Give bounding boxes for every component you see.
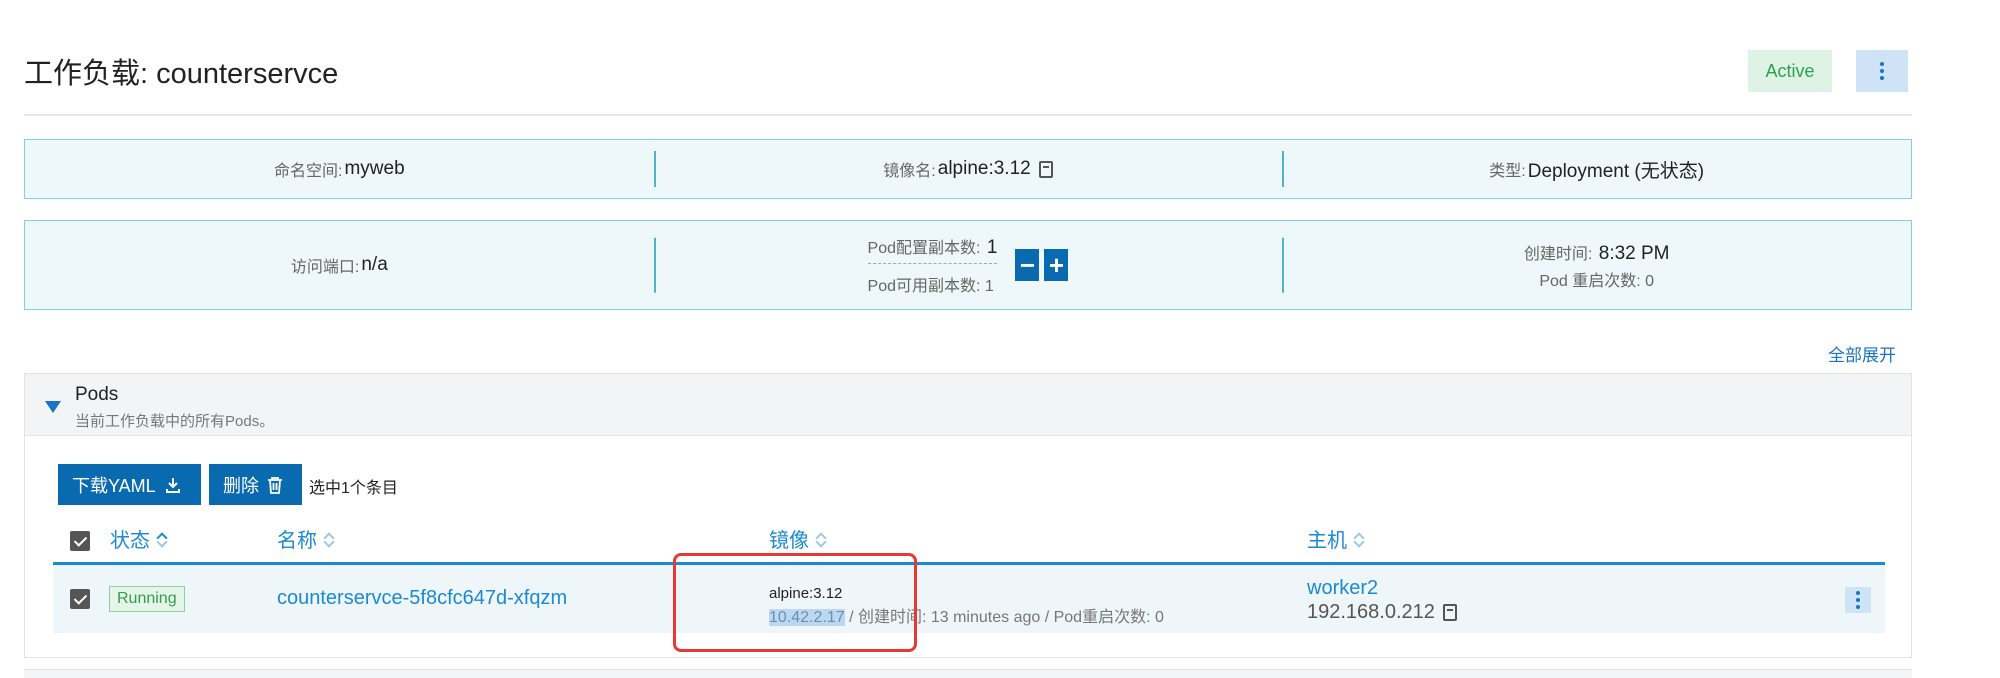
annotation-highlight: [673, 553, 917, 652]
port-label: 访问端口:: [290, 259, 360, 276]
column-host-label: 主机: [1307, 530, 1347, 552]
trash-icon: [268, 476, 282, 494]
host-name-link[interactable]: worker2: [1307, 577, 1378, 600]
minus-icon: −: [1019, 250, 1036, 280]
restarts-value: 0: [1645, 272, 1655, 290]
more-vertical-icon: [1880, 62, 1884, 80]
plus-icon: +: [1048, 250, 1065, 280]
column-header-host[interactable]: 主机: [1307, 524, 1365, 553]
host-ip: 192.168.0.212: [1307, 601, 1457, 624]
replica-config-value: 1: [986, 237, 998, 258]
pods-section-header[interactable]: Pods 当前工作负载中的所有Pods。: [25, 374, 1911, 436]
image-label: 镜像名:: [883, 163, 936, 180]
sort-icon: [815, 531, 827, 548]
status-badge: Active: [1748, 50, 1832, 92]
created-label: 创建时间:: [1523, 245, 1593, 263]
column-image-label: 镜像: [769, 530, 809, 552]
caret-down-icon[interactable]: [45, 401, 61, 413]
created-cell: 创建时间: 8:32 PM Pod 重启次数: 0: [1282, 221, 1911, 309]
host-ip-value: 192.168.0.212: [1307, 601, 1435, 623]
table-row[interactable]: Running counterservce-5f8cfc647d-xfqzm a…: [53, 565, 1885, 633]
column-status-label: 状态: [110, 530, 150, 552]
status-badge: Running: [109, 586, 185, 612]
pods-section: Pods 当前工作负载中的所有Pods。 下载YAML 删除 选中1个条目 状态…: [24, 373, 1912, 658]
more-actions-button[interactable]: [1856, 50, 1908, 92]
namespace-value: myweb: [344, 158, 405, 179]
page-title: 工作负载: counterservce: [24, 58, 339, 90]
replica-config-label: Pod配置副本数:: [867, 240, 981, 257]
workload-info-row-1: 命名空间: myweb 镜像名: alpine:3.12 类型: Deploym…: [24, 139, 1912, 199]
namespace-cell: 命名空间: myweb: [25, 140, 654, 198]
row-checkbox[interactable]: [70, 589, 90, 609]
sort-icon: [156, 531, 168, 548]
sort-icon: [1353, 531, 1365, 548]
type-value: Deployment (无状态): [1527, 160, 1705, 182]
replica-available-label: Pod可用副本数:: [867, 278, 981, 295]
restarts-label: Pod 重启次数:: [1539, 272, 1641, 290]
select-all-checkbox[interactable]: [70, 531, 90, 551]
pods-description: 当前工作负载中的所有Pods。: [75, 413, 275, 430]
port-value: n/a: [361, 254, 388, 275]
delete-button[interactable]: 删除: [209, 464, 302, 505]
workload-info-row-2: 访问端口: n/a Pod配置副本数: 1 Pod可用副本数: 1 − + 创建…: [24, 220, 1912, 310]
sort-icon: [323, 531, 335, 548]
expand-all-link[interactable]: 全部展开: [1828, 341, 1896, 366]
created-value: 8:32 PM: [1598, 242, 1670, 264]
selected-count: 选中1个条目: [309, 480, 398, 497]
image-value: alpine:3.12: [937, 158, 1031, 179]
delete-label: 删除: [223, 475, 259, 496]
download-icon: [165, 477, 180, 493]
type-cell: 类型: Deployment (无状态): [1282, 140, 1911, 198]
decrement-replicas-button[interactable]: −: [1015, 249, 1040, 281]
copy-icon[interactable]: [1038, 160, 1053, 178]
title-divider: [24, 114, 1912, 116]
replica-available-value: 1: [984, 278, 994, 295]
namespace-label: 命名空间:: [274, 163, 343, 180]
pod-name-link[interactable]: counterservce-5f8cfc647d-xfqzm: [277, 587, 567, 610]
copy-icon[interactable]: [1442, 604, 1457, 621]
type-label: 类型:: [1489, 163, 1526, 180]
replica-cell: Pod配置副本数: 1 Pod可用副本数: 1 − +: [654, 221, 1283, 309]
column-header-name[interactable]: 名称: [277, 524, 335, 553]
increment-replicas-button[interactable]: +: [1044, 249, 1069, 281]
column-header-image[interactable]: 镜像: [769, 524, 827, 553]
replica-stepper: − +: [1015, 249, 1069, 281]
image-cell: 镜像名: alpine:3.12: [654, 140, 1283, 198]
replica-available: Pod可用副本数: 1: [868, 272, 998, 296]
port-cell: 访问端口: n/a: [25, 221, 654, 309]
more-vertical-icon: [1856, 591, 1860, 609]
next-section-edge: [24, 669, 1912, 678]
download-yaml-label: 下载YAML: [72, 475, 156, 496]
replica-config: Pod配置副本数: 1: [867, 234, 998, 264]
column-header-status[interactable]: 状态: [110, 524, 168, 553]
download-yaml-button[interactable]: 下载YAML: [58, 464, 201, 505]
row-actions-button[interactable]: [1845, 587, 1871, 613]
column-name-label: 名称: [277, 530, 317, 552]
pods-title: Pods: [75, 384, 119, 405]
